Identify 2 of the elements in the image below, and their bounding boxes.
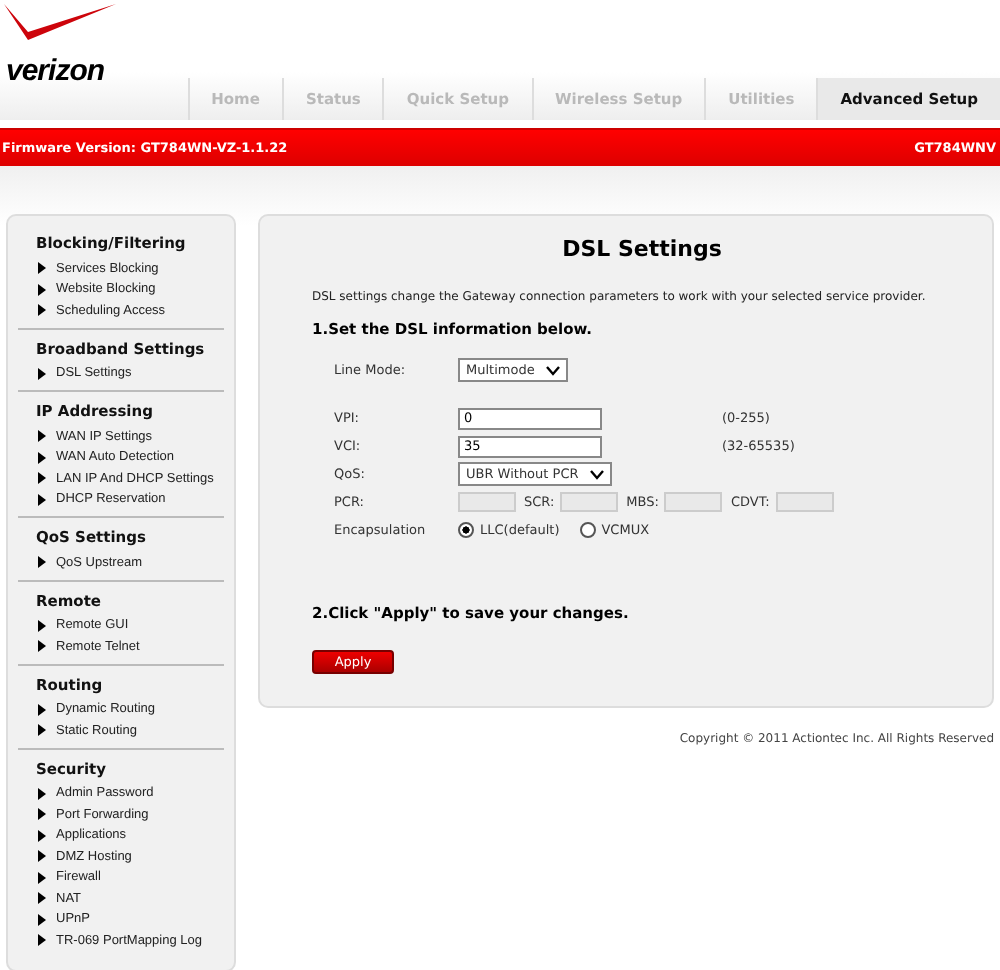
logo-text: verizon	[6, 54, 105, 88]
page-title: DSL Settings	[560, 236, 724, 262]
